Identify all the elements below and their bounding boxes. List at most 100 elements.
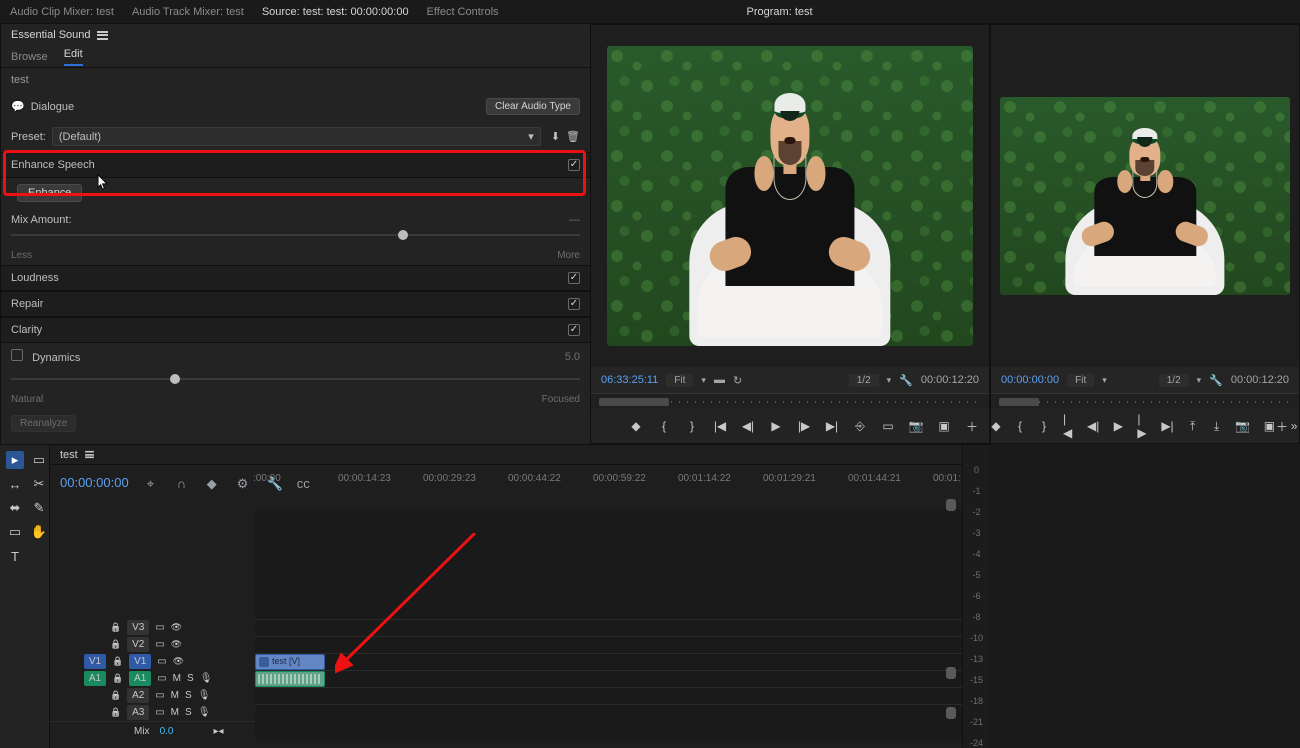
track-a3[interactable]: A3 ▭ MS 🎙	[50, 704, 255, 721]
clarity-checkbox[interactable]	[568, 324, 580, 336]
track-v1[interactable]: V1 V1 ▭	[50, 653, 255, 670]
source-fit-select[interactable]: Fit	[666, 374, 693, 387]
type-tool[interactable]: T	[6, 547, 24, 565]
source-video[interactable]	[607, 46, 973, 347]
source-ruler[interactable]	[591, 393, 989, 409]
export-frame-icon[interactable]: 📷	[1236, 419, 1250, 433]
mic-icon[interactable]: 🎙	[198, 690, 211, 701]
timeline-vscroll[interactable]	[946, 491, 956, 714]
mark-out2-icon[interactable]: }	[685, 419, 699, 433]
toggle-icon[interactable]: ▭	[155, 622, 164, 633]
eye-icon[interactable]	[171, 639, 182, 650]
mark-in-icon[interactable]: ◆	[991, 419, 1001, 433]
goto-in-icon[interactable]: |◀	[1063, 419, 1073, 433]
mix-amount-slider[interactable]	[11, 228, 580, 242]
step-fwd-icon[interactable]: |▶	[797, 419, 811, 433]
lock-icon[interactable]	[112, 656, 123, 667]
tab-program[interactable]: Program: test	[747, 6, 813, 18]
enhance-speech-checkbox[interactable]	[568, 159, 580, 171]
program-timecode[interactable]: 00:00:00:00	[1001, 374, 1059, 386]
track-select-tool[interactable]: ▭	[30, 451, 48, 469]
hand-tool[interactable]: ✋	[30, 523, 48, 541]
eye-icon[interactable]	[173, 656, 184, 667]
lock-icon[interactable]	[110, 690, 121, 701]
tab-edit[interactable]: Edit	[64, 48, 83, 66]
goto-out-icon[interactable]: ▶|	[825, 419, 839, 433]
arrows-icon[interactable]: »	[1289, 419, 1299, 433]
track-a1[interactable]: A1 A1 ▭ MS 🎙	[50, 670, 255, 687]
video-clip[interactable]: test [V]	[255, 654, 325, 670]
source-ratio[interactable]: 1/2	[849, 374, 879, 387]
clear-audio-type-button[interactable]: Clear Audio Type	[486, 98, 580, 115]
timeline-ruler[interactable]: :00:00 00:00:14:23 00:00:29:23 00:00:44:…	[255, 473, 942, 491]
track-v2[interactable]: V2 ▭	[50, 636, 255, 653]
settings-icon[interactable]: ⚙	[237, 476, 249, 488]
toggle-icon[interactable]: ▭	[157, 656, 166, 667]
marker-icon[interactable]: ◆	[207, 476, 219, 488]
razor-tool[interactable]: ✂	[30, 475, 48, 493]
loudness-checkbox[interactable]	[568, 272, 580, 284]
link-icon[interactable]: ∩	[177, 476, 189, 488]
track-area[interactable]: test [V]	[255, 509, 962, 741]
tab-audio-clip-mixer[interactable]: Audio Clip Mixer: test	[10, 6, 114, 18]
frame-icon[interactable]: ▣	[937, 419, 951, 433]
snap-icon[interactable]: ⌖	[147, 476, 159, 488]
download-icon[interactable]: ⬇	[551, 130, 560, 143]
section-repair[interactable]: Repair	[1, 291, 590, 317]
mix-track[interactable]: Mix 0.0 ▸◂	[50, 721, 255, 741]
program-video[interactable]	[1000, 97, 1290, 295]
timeline-timecode[interactable]: 00:00:00:00	[60, 475, 129, 490]
expand-icon[interactable]: ▸◂	[213, 726, 223, 737]
program-fit-select[interactable]: Fit	[1067, 374, 1094, 387]
loop-icon[interactable]: ↻	[733, 374, 742, 387]
mark-in-icon[interactable]: ◆	[629, 419, 643, 433]
compare-icon[interactable]: ▣	[1264, 419, 1275, 433]
pen-tool[interactable]: ✎	[30, 499, 48, 517]
track-a2[interactable]: A2 ▭ MS 🎙	[50, 687, 255, 704]
panel-menu-icon[interactable]	[97, 31, 108, 40]
section-loudness[interactable]: Loudness	[1, 265, 590, 291]
rect-tool[interactable]: ▭	[6, 523, 24, 541]
mark-out2-icon[interactable]: }	[1039, 419, 1049, 433]
overwrite-icon[interactable]: ▭	[881, 419, 895, 433]
tab-effect-controls[interactable]: Effect Controls	[427, 6, 499, 18]
dynamics-slider[interactable]	[11, 372, 580, 386]
track-v3[interactable]: V3 ▭	[50, 619, 255, 636]
mic-icon[interactable]: 🎙	[200, 673, 213, 684]
goto-in-icon[interactable]: |◀	[713, 419, 727, 433]
eye-icon[interactable]	[171, 622, 182, 633]
play-icon[interactable]: ▶	[1113, 419, 1123, 433]
wrench-icon[interactable]: 🔧	[899, 374, 913, 387]
play-icon[interactable]: ▶	[769, 419, 783, 433]
repair-checkbox[interactable]	[568, 298, 580, 310]
toggle-icon[interactable]: ▭	[155, 639, 164, 650]
step-back-icon[interactable]: ◀|	[741, 419, 755, 433]
reanalyze-button[interactable]: Reanalyze	[11, 415, 76, 432]
lift-icon[interactable]: ⤒	[1188, 419, 1198, 433]
lock-icon[interactable]	[110, 639, 121, 650]
add-button-icon[interactable]: ＋	[1275, 419, 1289, 433]
insert-icon[interactable]: ⎆	[853, 419, 867, 433]
wrench-icon[interactable]: 🔧	[1209, 374, 1223, 387]
lock-icon[interactable]	[112, 673, 123, 684]
section-enhance-speech[interactable]: Enhance Speech	[1, 152, 590, 178]
lock-icon[interactable]	[110, 622, 121, 633]
audio-clip[interactable]	[255, 671, 325, 687]
extract-icon[interactable]: ⤓	[1212, 419, 1222, 433]
trash-icon[interactable]: 🗑	[566, 130, 580, 143]
mark-out-icon[interactable]: {	[657, 419, 671, 433]
export-frame-icon[interactable]: 📷	[909, 419, 923, 433]
dynamics-checkbox[interactable]	[11, 349, 23, 361]
step-fwd-icon[interactable]: |▶	[1137, 419, 1147, 433]
sequence-tab[interactable]: test	[60, 449, 78, 461]
program-ruler[interactable]	[991, 393, 1299, 409]
slip-tool[interactable]: ⬌	[6, 499, 24, 517]
goto-out-icon[interactable]: ▶|	[1161, 419, 1173, 433]
panel-menu-icon[interactable]	[85, 451, 94, 458]
tab-browse[interactable]: Browse	[11, 51, 48, 63]
program-ratio[interactable]: 1/2	[1159, 374, 1189, 387]
step-back-icon[interactable]: ◀|	[1087, 419, 1099, 433]
source-timecode[interactable]: 06:33:25:11	[601, 374, 658, 386]
lock-icon[interactable]	[110, 707, 121, 718]
section-clarity[interactable]: Clarity	[1, 317, 590, 343]
